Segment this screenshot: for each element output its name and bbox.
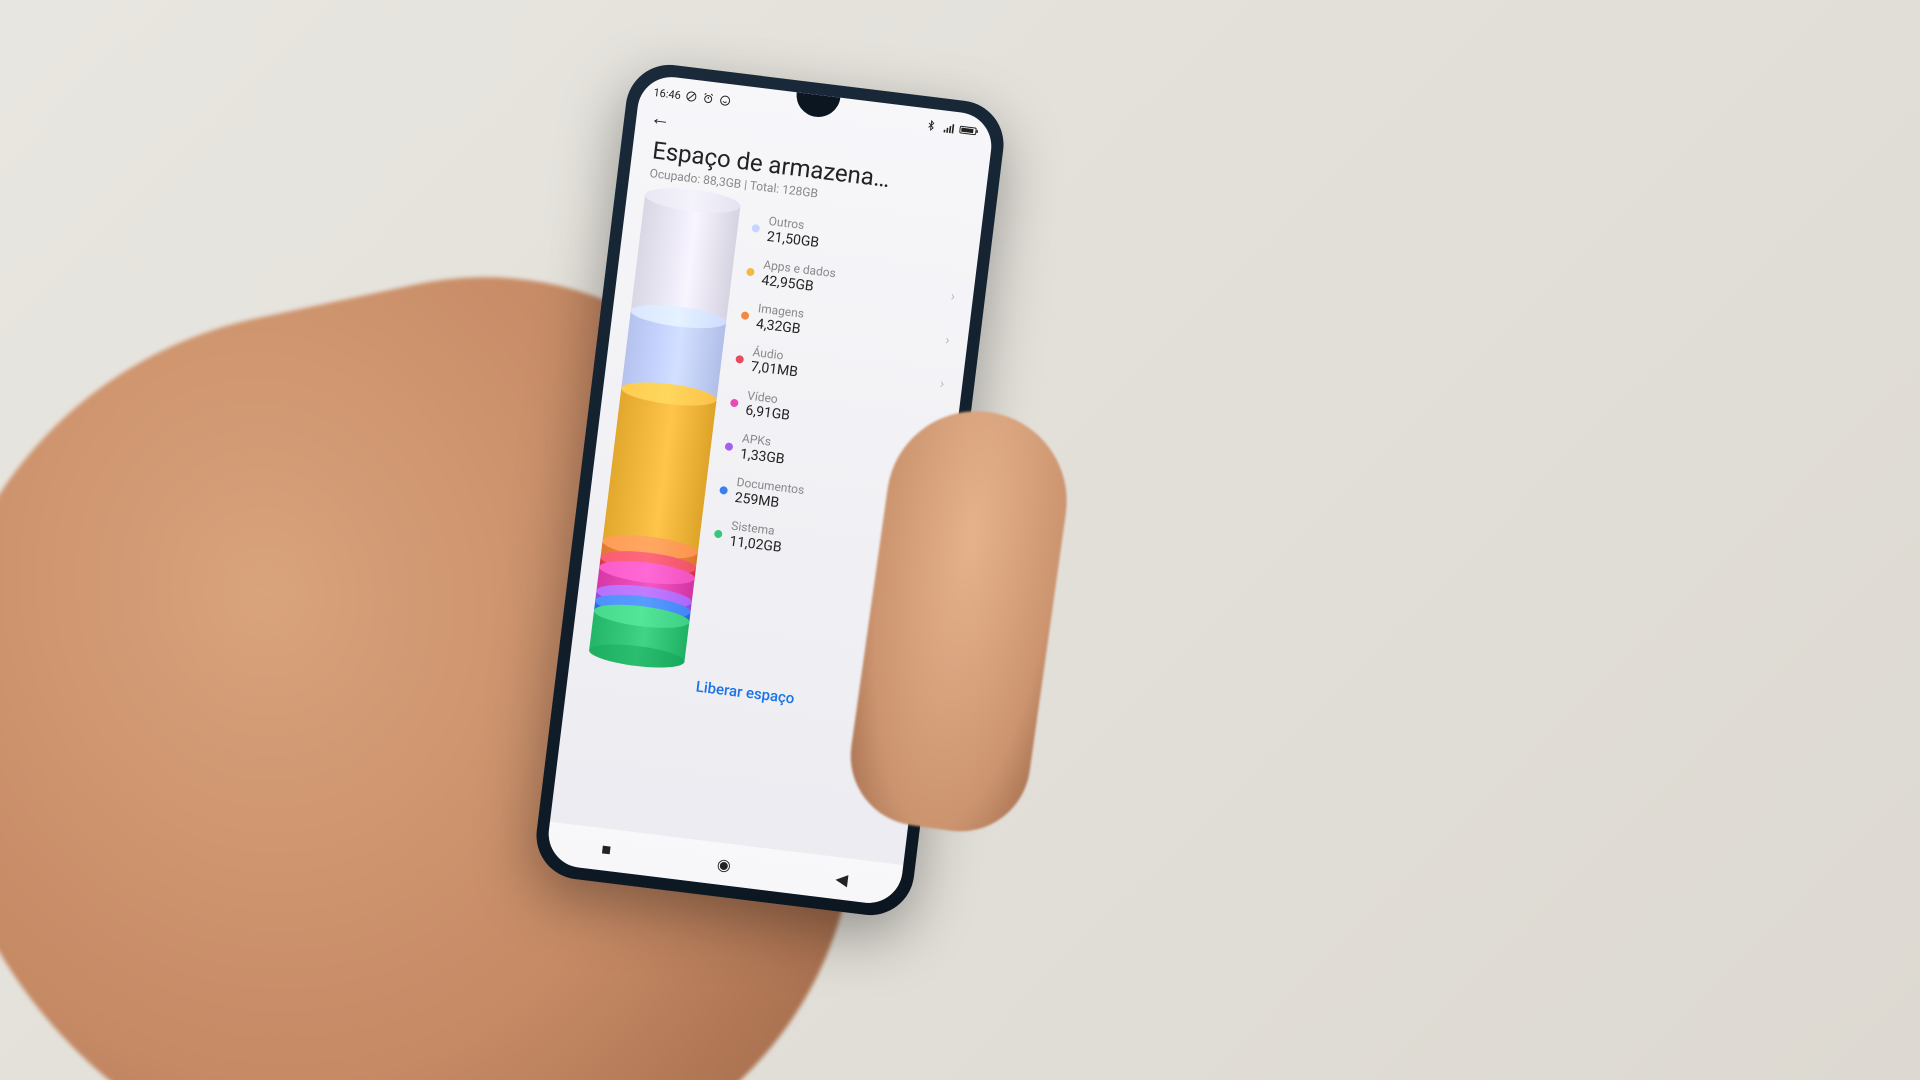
nav-recent-button[interactable]: ■ — [594, 837, 619, 862]
photo-scene: 16:46 — [0, 0, 1920, 1080]
legend-text: Vídeo6,91GB — [744, 389, 792, 424]
cylinder-segment-sistema — [589, 611, 689, 662]
nav-back-button[interactable]: ◀ — [830, 866, 855, 891]
status-right — [925, 119, 980, 137]
legend-dot-icon — [746, 268, 755, 277]
chevron-right-icon: › — [944, 332, 950, 348]
legend-text: Documentos259MB — [734, 476, 805, 514]
dnd-icon — [685, 90, 698, 103]
legend-text: Apps e dados42,95GB — [761, 258, 837, 297]
whatsapp-icon — [719, 94, 732, 107]
legend-dot-icon — [725, 442, 734, 451]
legend-dot-icon — [714, 529, 723, 538]
legend-dot-icon — [719, 486, 728, 495]
legend-text: Áudio7,01MB — [750, 346, 801, 381]
cylinder-segment-livre — [631, 194, 741, 323]
battery-icon — [959, 123, 980, 137]
bluetooth-icon — [925, 119, 938, 132]
cylinder-segment-apps-e-dados — [603, 388, 717, 553]
back-button[interactable]: ← — [649, 105, 672, 132]
legend-text: Outros21,50GB — [766, 215, 822, 251]
legend-text: Sistema11,02GB — [728, 520, 784, 556]
legend-dot-icon — [730, 399, 739, 408]
status-time: 16:46 — [653, 85, 682, 101]
status-left: 16:46 — [653, 85, 732, 107]
chevron-right-icon: › — [950, 288, 956, 304]
nav-home-button[interactable]: ◉ — [712, 852, 737, 877]
legend-dot-icon — [751, 224, 760, 233]
chevron-right-icon: › — [939, 376, 945, 392]
legend-dot-icon — [741, 311, 750, 320]
signal-icon — [942, 121, 955, 134]
legend-text: Imagens4,32GB — [755, 302, 805, 337]
legend-dot-icon — [735, 355, 744, 364]
alarm-icon — [702, 92, 715, 105]
legend-text: APKs1,33GB — [739, 433, 787, 468]
